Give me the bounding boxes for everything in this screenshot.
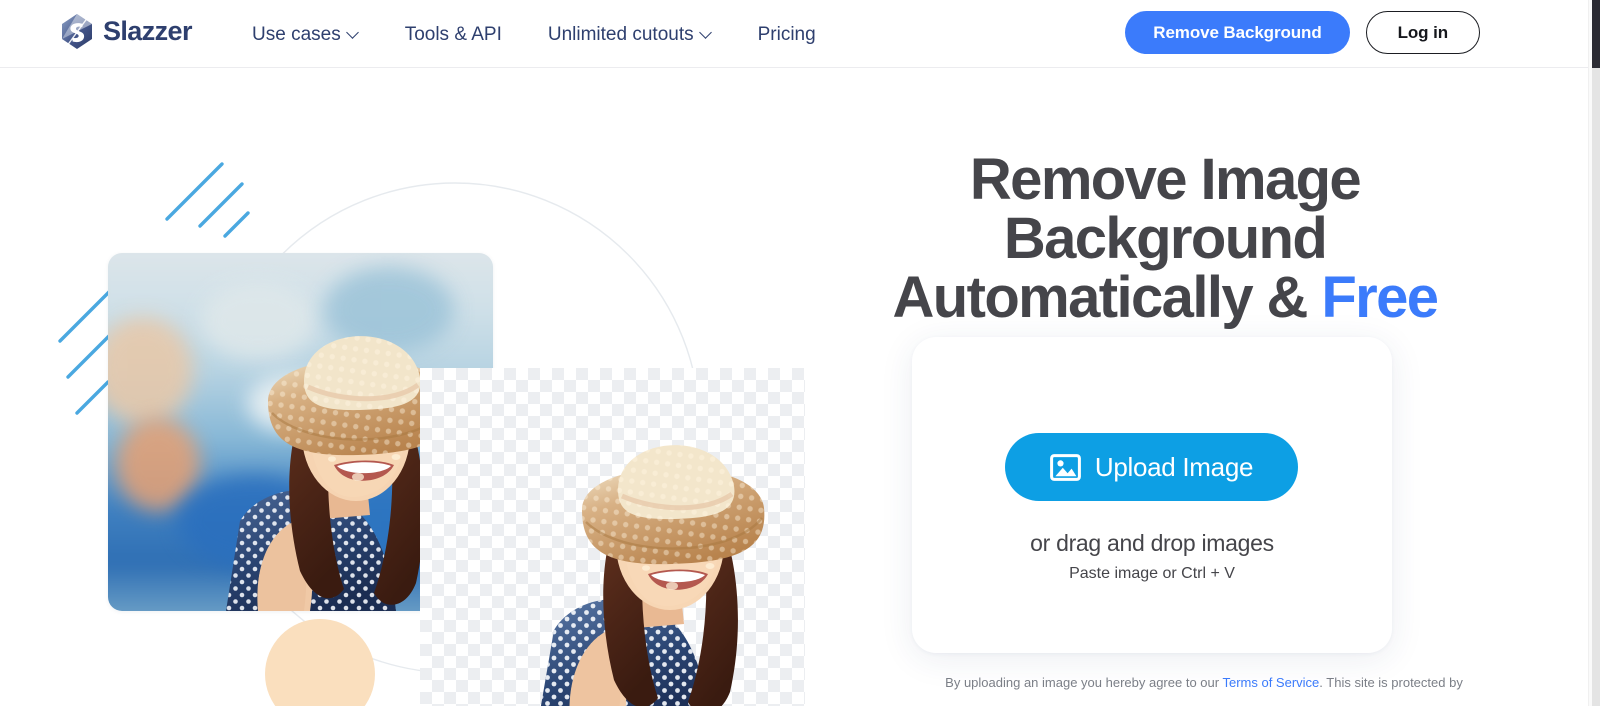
chevron-down-icon [701, 27, 712, 38]
hero-cutout-photo [420, 368, 805, 706]
nav-label: Pricing [757, 23, 816, 45]
terms-suffix: . This site is protected by [1319, 675, 1463, 690]
page-root: Slazzer Use cases Tools & API Unlimited … [0, 0, 1600, 706]
decor-diagonal-lines-top [165, 162, 250, 238]
nav-item-unlimited-cutouts[interactable]: Unlimited cutouts [548, 25, 736, 44]
nav-item-tools-api[interactable]: Tools & API [405, 25, 526, 44]
drag-drop-text: or drag and drop images [1030, 530, 1274, 556]
login-button[interactable]: Log in [1365, 11, 1480, 54]
nav-label: Unlimited cutouts [547, 23, 694, 45]
terms-prefix: By uploading an image you hereby agree t… [945, 675, 1223, 690]
terms-of-service-link[interactable]: Terms of Service [1222, 675, 1319, 690]
page-title: Remove Image Background Automatically & … [820, 147, 1510, 331]
nav-item-use-cases[interactable]: Use cases [252, 25, 383, 44]
nav-label: Use cases [252, 23, 341, 45]
headline-accent-free: Free [1321, 265, 1439, 331]
site-header: Slazzer Use cases Tools & API Unlimited … [0, 0, 1588, 68]
hero-content: Remove Image Background Automatically & … [820, 68, 1588, 706]
paste-hint-text: Paste image or Ctrl + V [1069, 565, 1235, 582]
remove-background-button[interactable]: Remove Background [1125, 11, 1350, 54]
browser-viewport: Slazzer Use cases Tools & API Unlimited … [0, 0, 1588, 706]
headline-line-2-plain: Automatically & [892, 265, 1322, 331]
terms-disclaimer: By uploading an image you hereby agree t… [820, 673, 1588, 693]
image-icon [1049, 453, 1081, 481]
headline-line-1: Remove Image Background [969, 147, 1362, 272]
upload-image-button[interactable]: Upload Image [1005, 433, 1298, 501]
upload-image-label: Upload Image [1094, 451, 1254, 482]
hero-illustration [0, 68, 860, 706]
brand-name: Slazzer [103, 16, 192, 46]
slazzer-diamond-logo-icon [62, 13, 92, 50]
chevron-down-icon [348, 27, 359, 38]
nav-item-pricing[interactable]: Pricing [758, 25, 816, 44]
scrollbar-track[interactable] [1592, 0, 1600, 706]
brand-logo-link[interactable]: Slazzer [60, 13, 192, 50]
header-actions: Remove Background Log in [1125, 11, 1480, 54]
upload-dropzone-card[interactable]: Upload Image or drag and drop images Pas… [912, 337, 1392, 653]
nav-label: Tools & API [404, 23, 502, 45]
page-scrollbar[interactable] [1588, 0, 1600, 706]
scrollbar-thumb[interactable] [1592, 0, 1600, 68]
main-nav: Use cases Tools & API Unlimited cutouts … [252, 0, 816, 68]
